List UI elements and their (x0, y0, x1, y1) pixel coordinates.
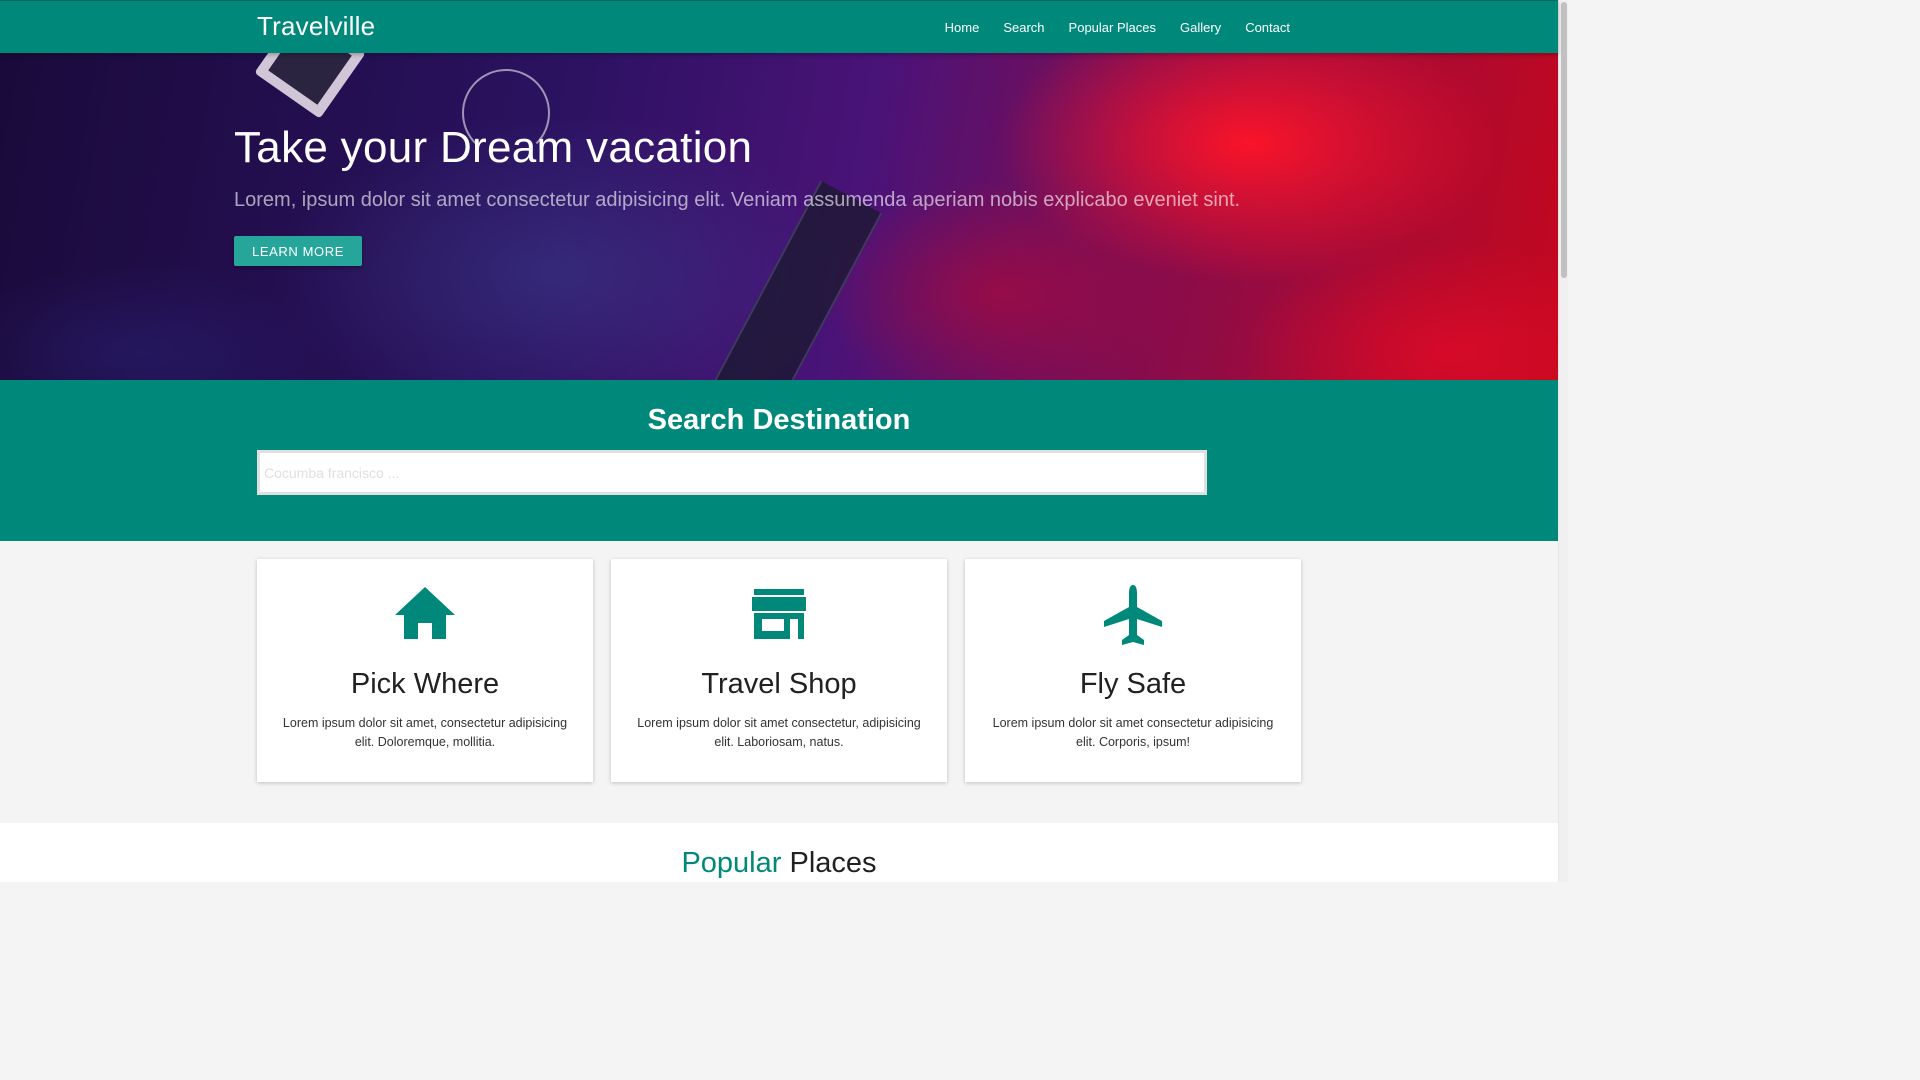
nav-link-gallery[interactable]: Gallery (1168, 1, 1233, 54)
learn-more-button[interactable]: Learn More (234, 236, 362, 266)
hero-banner: Take your Dream vacation Lorem, ipsum do… (0, 53, 1558, 380)
feature-text: Lorem ipsum dolor sit amet consectetur a… (992, 716, 1274, 749)
feature-title: Fly Safe (1079, 668, 1187, 700)
hero-background-image (254, 53, 366, 119)
popular-title-rest: Places (789, 847, 877, 879)
search-section: Search Destination (0, 380, 1558, 541)
hero-title: Take your Dream vacation (234, 123, 753, 172)
feature-card-fly-safe: Fly Safe Lorem ipsum dolor sit amet cons… (965, 559, 1301, 782)
popular-places-title: Popular Places (0, 847, 1558, 880)
page-scrollbar[interactable] (1558, 0, 1568, 882)
feature-card-pick-where: Pick Where Lorem ipsum dolor sit amet, c… (257, 559, 593, 782)
popular-title-accent: Popular (681, 847, 782, 879)
popular-places-section: Popular Places (0, 823, 1558, 882)
feature-title: Travel Shop (701, 668, 857, 700)
airplane-icon (965, 585, 1301, 645)
scrollbar-thumb[interactable] (1561, 2, 1567, 278)
features-section: Pick Where Lorem ipsum dolor sit amet, c… (0, 541, 1558, 823)
nav-link-search[interactable]: Search (991, 1, 1056, 54)
feature-title: Pick Where (350, 668, 500, 700)
nav-link-popular-places[interactable]: Popular Places (1057, 1, 1168, 54)
nav-link-contact[interactable]: Contact (1233, 1, 1302, 54)
brand-logo[interactable]: Travelville (257, 11, 375, 42)
feature-text: Lorem ipsum dolor sit amet consectetur, … (637, 716, 921, 749)
navbar: Travelville Home Search Popular Places G… (0, 0, 1558, 53)
nav-link-home[interactable]: Home (933, 1, 992, 54)
nav-menu: Home Search Popular Places Gallery Conta… (933, 1, 1302, 54)
feature-card-travel-shop: Travel Shop Lorem ipsum dolor sit amet c… (611, 559, 947, 782)
search-title: Search Destination (647, 404, 911, 436)
destination-search-input[interactable] (257, 450, 1207, 495)
feature-text: Lorem ipsum dolor sit amet, consectetur … (282, 716, 568, 749)
store-icon (611, 585, 947, 645)
home-icon (257, 585, 593, 645)
hero-subtitle: Lorem, ipsum dolor sit amet consectetur … (234, 189, 1241, 211)
